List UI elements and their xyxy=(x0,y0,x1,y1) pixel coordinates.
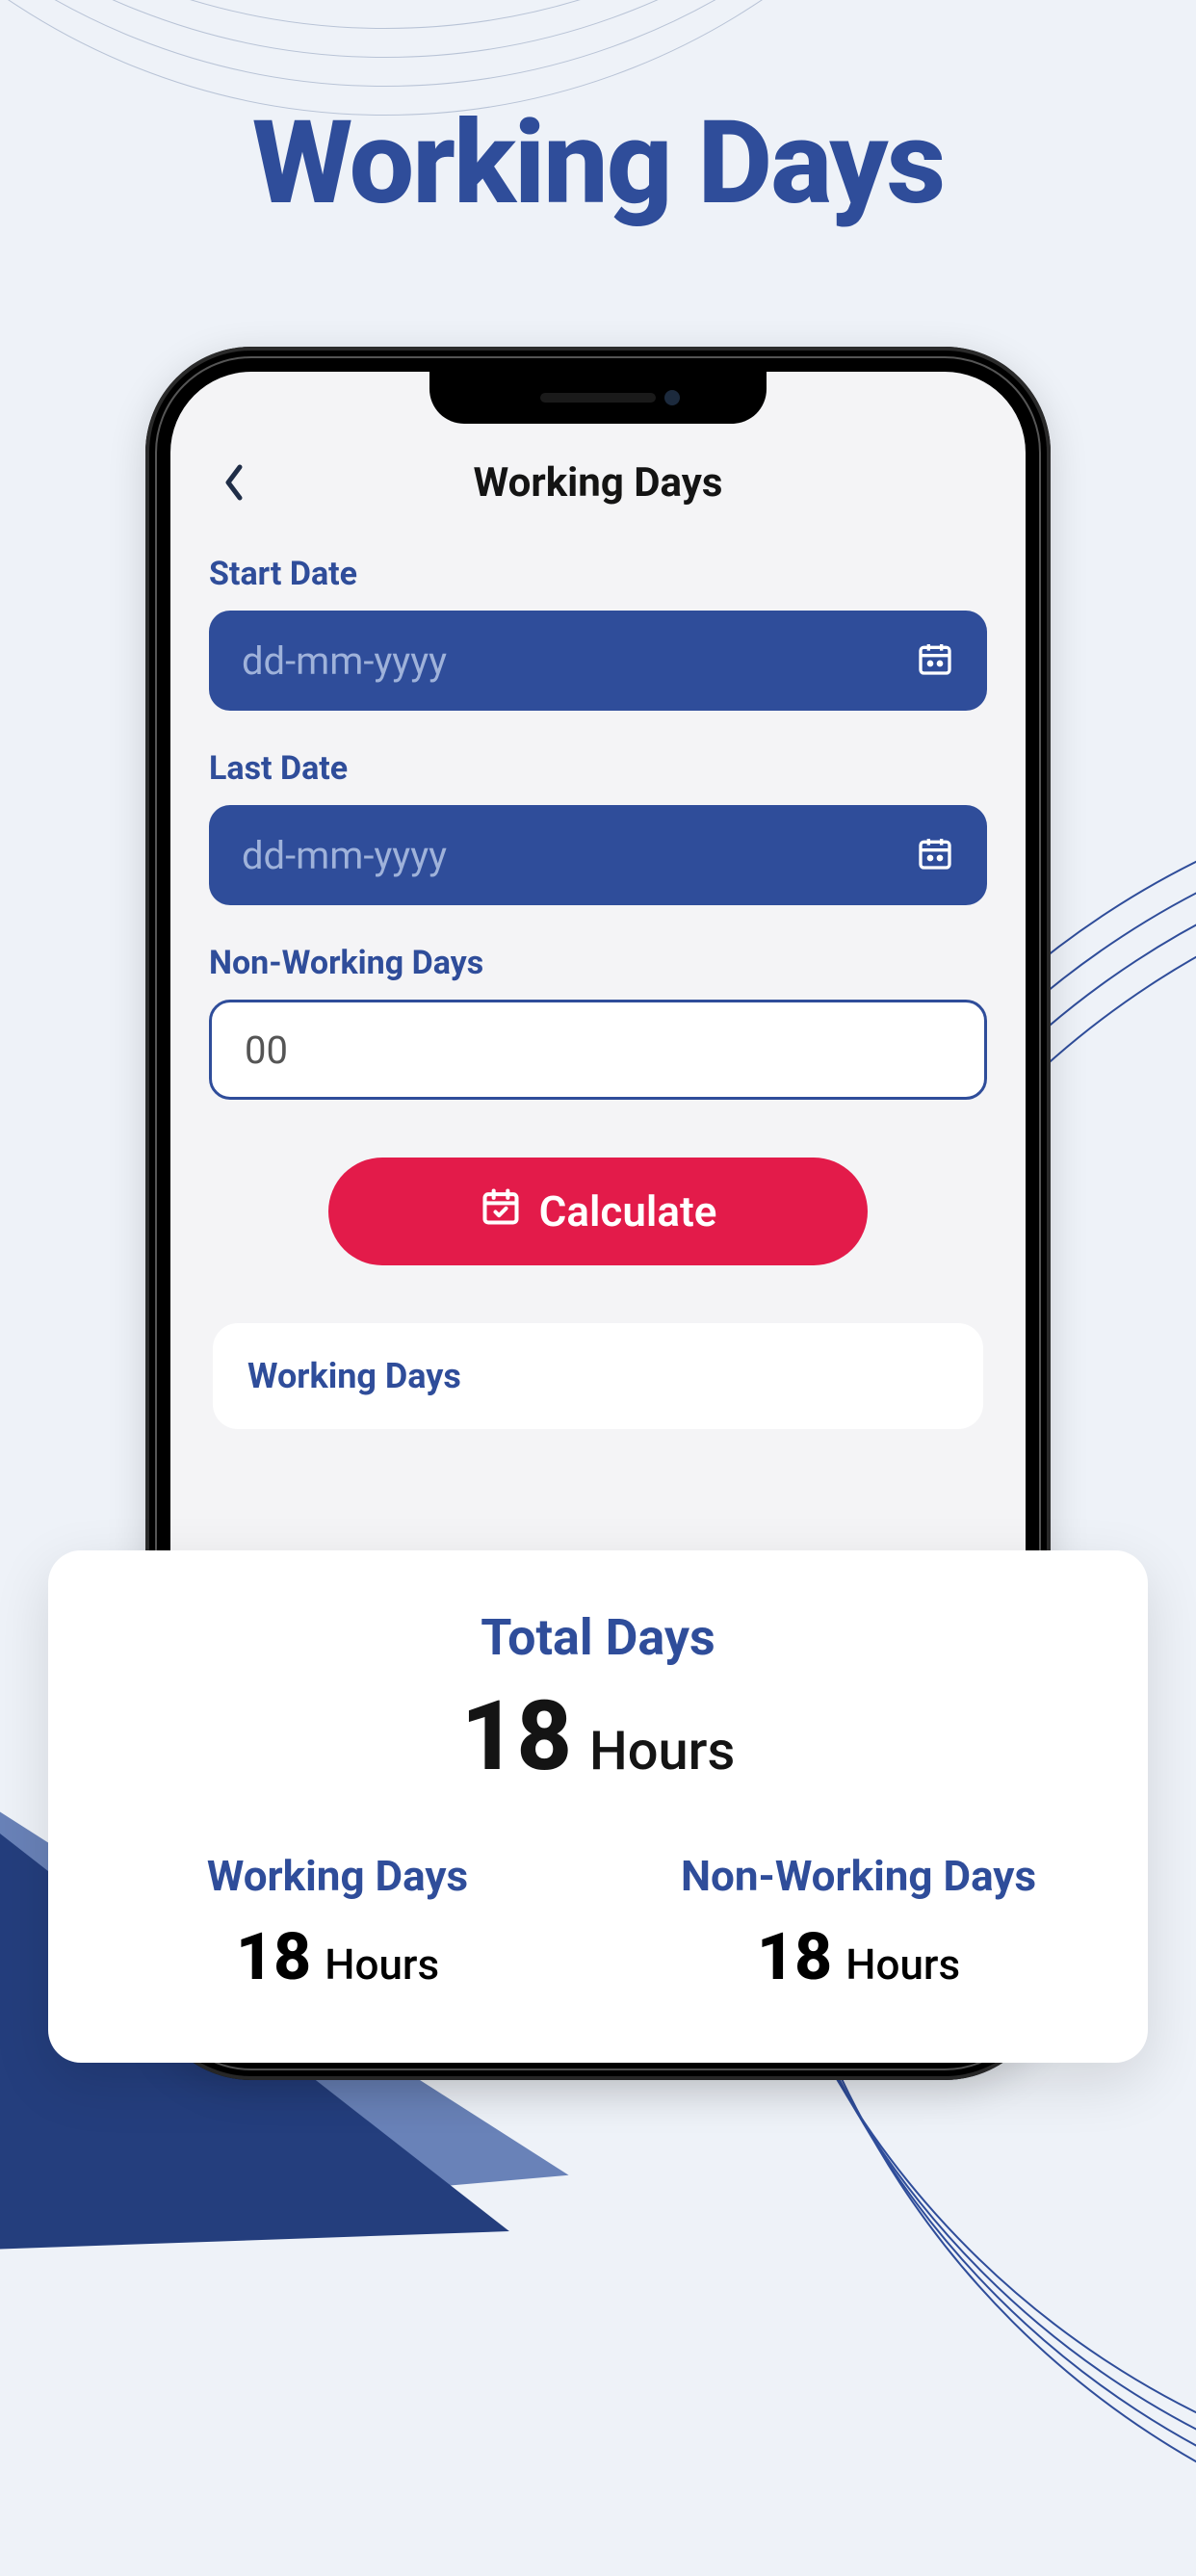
calendar-icon xyxy=(916,834,954,876)
total-days-label: Total Days xyxy=(96,1608,1100,1667)
nonworking-days-input[interactable]: 00 xyxy=(209,1000,987,1100)
phone-notch xyxy=(429,372,767,424)
nonworking-days-label: Non-Working Days xyxy=(209,944,987,982)
working-days-label: Working Days xyxy=(96,1851,579,1901)
result-section-title: Working Days xyxy=(247,1356,949,1396)
results-overlay-card: Total Days 18Hours Working Days 18Hours … xyxy=(48,1550,1148,2063)
app-header: Working Days xyxy=(209,449,987,516)
nonworking-days-value: 00 xyxy=(245,1028,288,1073)
result-card: Working Days xyxy=(213,1323,983,1429)
nonworking-days-block: Non-Working Days 18Hours xyxy=(617,1851,1100,1995)
last-date-label: Last Date xyxy=(209,749,987,788)
last-date-input[interactable]: dd-mm-yyyy xyxy=(209,805,987,905)
nonworking-days-label: Non-Working Days xyxy=(617,1851,1100,1901)
nonworking-days-value: 18Hours xyxy=(617,1918,1100,1995)
calculate-button[interactable]: Calculate xyxy=(328,1158,868,1265)
start-date-placeholder: dd-mm-yyyy xyxy=(242,638,447,684)
calendar-check-icon xyxy=(480,1185,522,1238)
back-button[interactable] xyxy=(215,463,253,502)
start-date-label: Start Date xyxy=(209,555,987,593)
start-date-input[interactable]: dd-mm-yyyy xyxy=(209,611,987,711)
app-title: Working Days xyxy=(474,459,723,507)
calendar-icon xyxy=(916,639,954,682)
chevron-left-icon xyxy=(221,463,247,502)
working-days-value: 18Hours xyxy=(96,1918,579,1995)
last-date-placeholder: dd-mm-yyyy xyxy=(242,833,447,878)
total-days-value: 18Hours xyxy=(96,1680,1100,1793)
working-days-block: Working Days 18Hours xyxy=(96,1851,579,1995)
page-title: Working Days xyxy=(0,96,1196,231)
calculate-button-label: Calculate xyxy=(539,1186,717,1236)
